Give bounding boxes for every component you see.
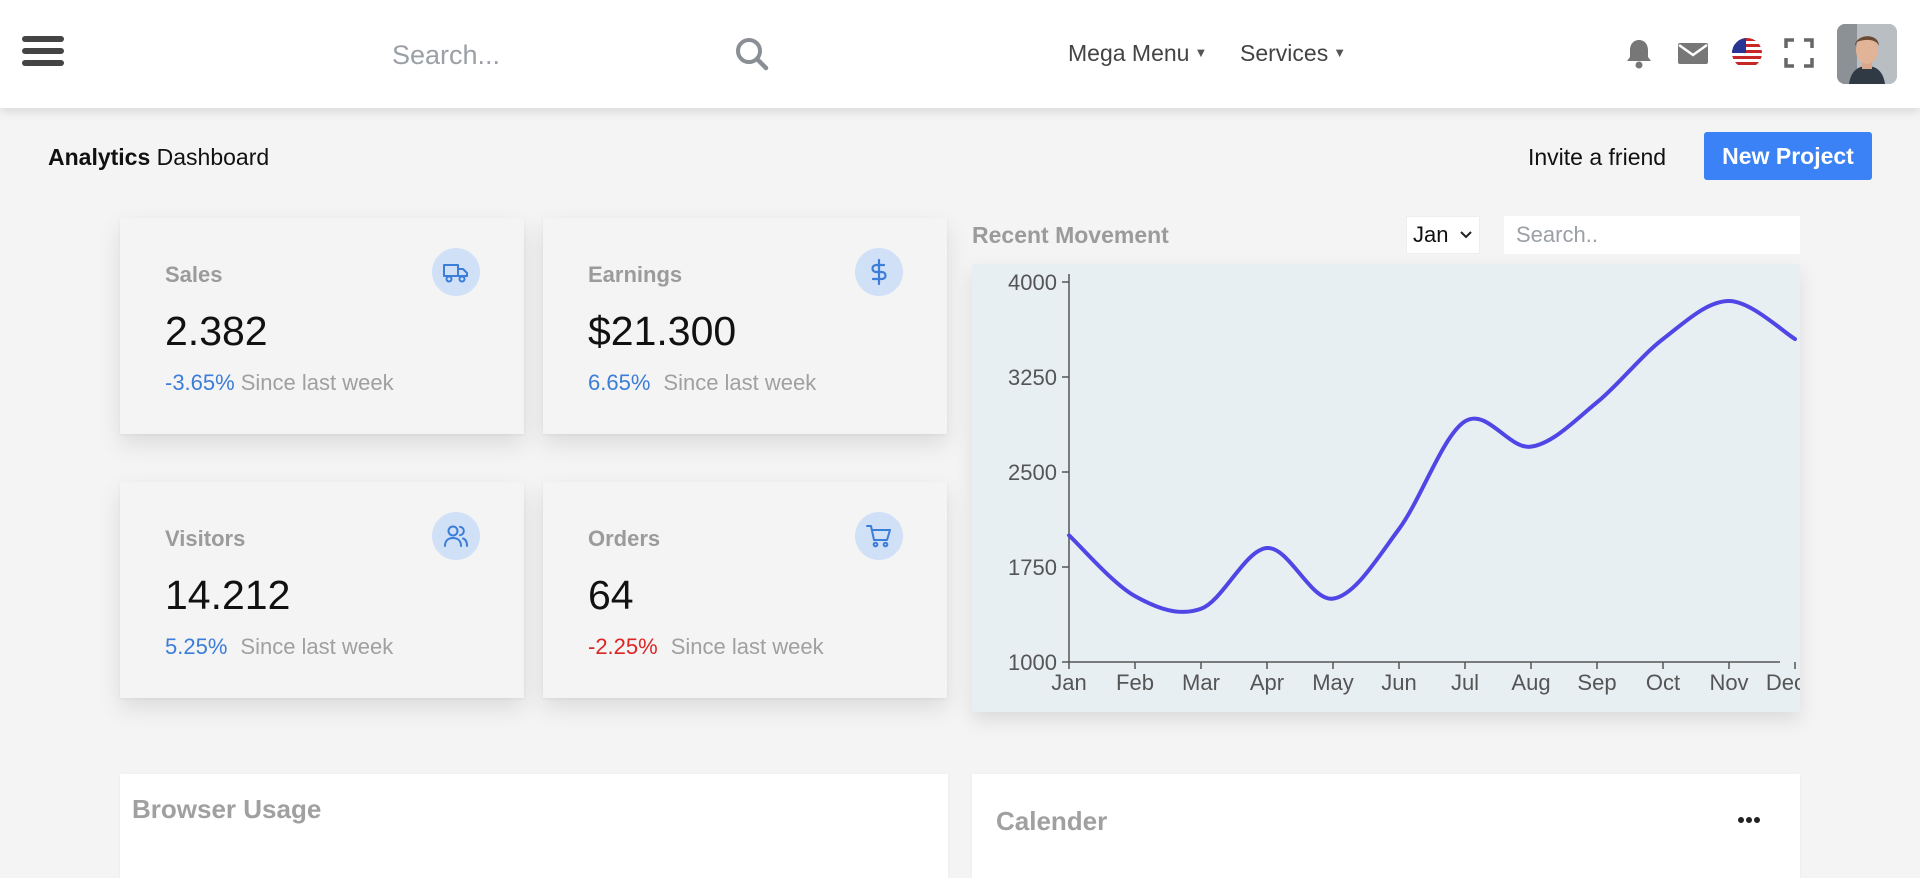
services-dropdown[interactable]: Services ▼ [1240, 40, 1346, 67]
stat-change-since: Since last week [670, 634, 824, 659]
calender-panel: Calender [972, 774, 1800, 878]
caret-down-icon: ▼ [1333, 45, 1347, 60]
menu-icon[interactable] [22, 36, 64, 72]
top-navbar: Mega Menu ▼ Services ▼ [0, 0, 1920, 108]
avatar[interactable] [1837, 24, 1897, 84]
chevron-down-icon [1460, 231, 1472, 239]
stat-change-percent: -2.25% [588, 634, 658, 659]
mega-menu-label: Mega Menu [1068, 40, 1190, 66]
dollar-icon [855, 248, 903, 296]
recent-movement-chart: 4000 3250 2500 1750 1000 Jan Feb Mar Apr May Jun Ju… [972, 264, 1805, 712]
fullscreen-icon[interactable] [1782, 36, 1816, 70]
x-tick-label: Jun [1381, 670, 1416, 695]
month-select-value: Jan [1413, 222, 1449, 247]
bell-icon[interactable] [1622, 36, 1656, 70]
search-bar [392, 30, 772, 80]
stat-change: -2.25% Since last week [588, 634, 824, 660]
search-input[interactable] [392, 30, 712, 80]
recent-movement-title: Recent Movement [972, 222, 1169, 248]
browser-usage-title: Browser Usage [132, 794, 322, 824]
us-flag-icon[interactable] [1730, 36, 1764, 70]
caret-down-icon: ▼ [1194, 45, 1208, 60]
browser-usage-panel: Browser Usage [120, 774, 948, 878]
stat-change-since: Since last week [240, 634, 394, 659]
services-label: Services [1240, 40, 1329, 66]
series-line [1067, 298, 1797, 614]
more-options-icon[interactable] [1738, 810, 1768, 824]
stat-label: Visitors [165, 526, 246, 551]
mega-menu-dropdown[interactable]: Mega Menu ▼ [1068, 40, 1207, 67]
stat-change: 5.25% Since last week [165, 634, 393, 660]
calender-title: Calender [996, 806, 1108, 836]
x-tick-label: Aug [1511, 670, 1550, 695]
envelope-icon[interactable] [1676, 36, 1710, 70]
x-tick-label: May [1312, 670, 1354, 695]
new-project-button[interactable]: New Project [1704, 132, 1872, 180]
x-tick-label: Feb [1116, 670, 1154, 695]
x-tick-label: Nov [1709, 670, 1748, 695]
y-tick-label: 1750 [1008, 555, 1057, 580]
stat-change: 6.65% Since last week [588, 370, 816, 396]
users-icon [432, 512, 480, 560]
stat-label: Sales [165, 262, 223, 287]
x-tick-label: Jan [1051, 670, 1086, 695]
stat-value: $21.300 [588, 308, 737, 354]
cart-icon [855, 512, 903, 560]
chart-search-input[interactable] [1504, 216, 1800, 254]
month-select[interactable]: Jan [1406, 216, 1480, 254]
page-title-rest: Dashboard [150, 144, 270, 170]
stat-card-visitors: Visitors 14.212 5.25% Since last week [120, 482, 524, 698]
stat-change-since: Since last week [240, 370, 394, 395]
stat-value: 2.382 [165, 308, 268, 354]
page-title-bold: Analytics [48, 144, 151, 170]
x-tick-label: Dec [1766, 670, 1800, 695]
y-tick-label: 4000 [1008, 270, 1057, 295]
x-tick-label: Mar [1182, 670, 1220, 695]
stat-change: -3.65% Since last week [165, 370, 394, 396]
stat-card-orders: Orders 64 -2.25% Since last week [543, 482, 947, 698]
stat-value: 14.212 [165, 572, 291, 618]
y-tick-label: 3250 [1008, 365, 1057, 390]
x-tick-label: Oct [1646, 670, 1680, 695]
stat-change-percent: -3.65% [165, 370, 235, 395]
page-title: Analytics Dashboard [48, 144, 269, 171]
x-tick-label: Sep [1577, 670, 1616, 695]
stat-label: Earnings [588, 262, 683, 287]
stat-value: 64 [588, 572, 634, 618]
search-icon[interactable] [734, 36, 774, 76]
stat-label: Orders [588, 526, 661, 551]
truck-icon [432, 248, 480, 296]
invite-friend-link[interactable]: Invite a friend [1528, 144, 1666, 171]
stat-change-percent: 6.65% [588, 370, 651, 395]
stat-card-earnings: Earnings $21.300 6.65% Since last week [543, 218, 947, 434]
line-chart-svg: 4000 3250 2500 1750 1000Jan Feb Mar Apr May Jun Ju… [1008, 270, 1805, 695]
stat-card-sales: Sales 2.382 -3.65% Since last week [120, 218, 524, 434]
x-tick-label: Jul [1451, 670, 1479, 695]
y-tick-label: 1000 [1008, 650, 1057, 675]
x-tick-label: Apr [1250, 670, 1284, 695]
stat-change-percent: 5.25% [165, 634, 228, 659]
y-tick-label: 2500 [1008, 460, 1057, 485]
stat-change-since: Since last week [663, 370, 817, 395]
